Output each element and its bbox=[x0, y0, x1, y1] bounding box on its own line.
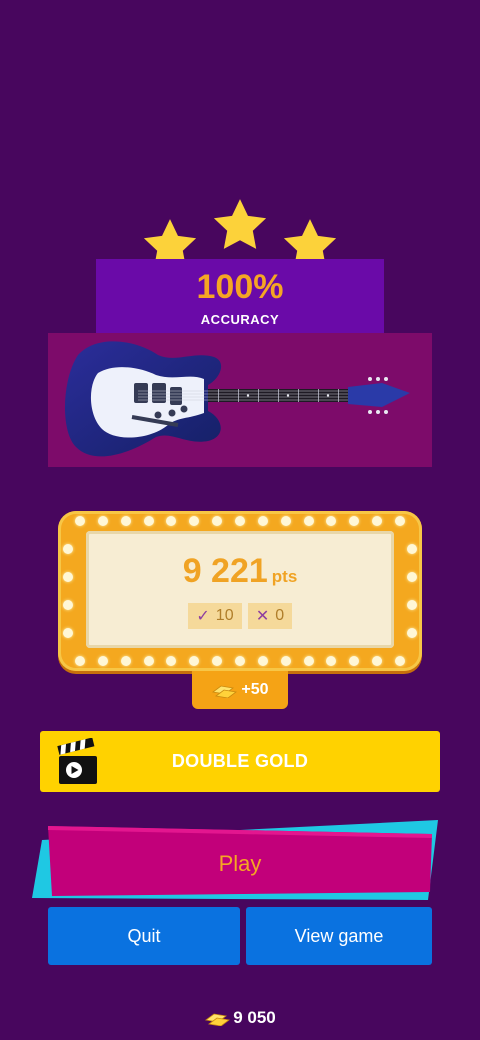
correct-count-badge: ✓ 10 bbox=[188, 603, 242, 629]
score-display: 9 221 pts bbox=[86, 552, 394, 591]
wrong-count: 0 bbox=[275, 607, 285, 624]
gold-bars-icon bbox=[212, 685, 238, 698]
marquee-bulb bbox=[326, 516, 337, 526]
wrong-count-badge: ✕ 0 bbox=[248, 603, 292, 629]
quit-button[interactable]: Quit bbox=[48, 907, 240, 965]
marquee-bulb bbox=[63, 572, 73, 582]
marquee-bulb bbox=[189, 656, 200, 666]
marquee-bulb bbox=[407, 628, 417, 638]
marquee-bulb bbox=[120, 516, 131, 526]
marquee-bulb bbox=[257, 656, 268, 666]
marquee-bulb bbox=[407, 544, 417, 554]
marquee-bulb bbox=[407, 600, 417, 610]
marquee-bulb bbox=[303, 516, 314, 526]
marquee-bulb bbox=[143, 656, 154, 666]
marquee-bulb bbox=[120, 656, 131, 666]
marquee-bulb bbox=[63, 544, 73, 554]
marquee-bulb bbox=[166, 516, 177, 526]
marquee-bulb bbox=[303, 656, 314, 666]
marquee-bulb bbox=[235, 656, 245, 666]
star-center-icon bbox=[211, 196, 269, 254]
marquee-bulb bbox=[63, 600, 73, 610]
marquee-bulb bbox=[97, 516, 108, 526]
marquee-bulb bbox=[97, 656, 108, 666]
marquee-bulb bbox=[280, 656, 291, 666]
gold-balance-value: 9 050 bbox=[233, 1008, 276, 1027]
marquee-bulb bbox=[395, 656, 405, 666]
view-game-button[interactable]: View game bbox=[246, 907, 432, 965]
marquee-bulb bbox=[395, 516, 405, 526]
marquee-bulb bbox=[166, 656, 177, 666]
gold-balance: 9 050 bbox=[190, 1008, 290, 1028]
score-points: 9 221 bbox=[182, 552, 268, 590]
electric-guitar-icon bbox=[64, 341, 410, 457]
gold-bonus: +50 bbox=[241, 681, 269, 698]
marquee-bulb bbox=[280, 516, 291, 526]
play-label: Play bbox=[218, 851, 262, 876]
marquee-bulb bbox=[349, 516, 360, 526]
gold-reward-badge: +50 bbox=[192, 671, 288, 709]
accuracy-label: ACCURACY bbox=[200, 312, 280, 327]
marquee-bulb bbox=[143, 516, 154, 526]
marquee-bulb bbox=[75, 516, 85, 526]
marquee-bulb bbox=[407, 572, 417, 582]
double-gold-button[interactable]: DOUBLE GOLD bbox=[40, 731, 440, 792]
marquee-bulb bbox=[326, 656, 337, 666]
marquee-bulb bbox=[372, 656, 383, 666]
marquee-bulb bbox=[235, 516, 245, 526]
marquee-bulb bbox=[75, 656, 85, 666]
marquee-bulb bbox=[349, 656, 360, 666]
gold-bars-icon bbox=[205, 1013, 231, 1026]
check-icon: ✓ bbox=[196, 608, 210, 625]
marquee-bulb bbox=[212, 656, 223, 666]
marquee-bulb bbox=[372, 516, 383, 526]
marquee-bulb bbox=[189, 516, 200, 526]
correct-count: 10 bbox=[215, 607, 234, 624]
subject-image-panel bbox=[48, 333, 432, 467]
marquee-bulb bbox=[212, 516, 223, 526]
accuracy-value: 100% bbox=[196, 268, 284, 306]
marquee-bulb bbox=[257, 516, 268, 526]
score-unit: pts bbox=[271, 567, 298, 586]
marquee-bulb bbox=[63, 628, 73, 638]
double-gold-label: DOUBLE GOLD bbox=[171, 751, 309, 771]
cross-icon: ✕ bbox=[255, 608, 270, 625]
